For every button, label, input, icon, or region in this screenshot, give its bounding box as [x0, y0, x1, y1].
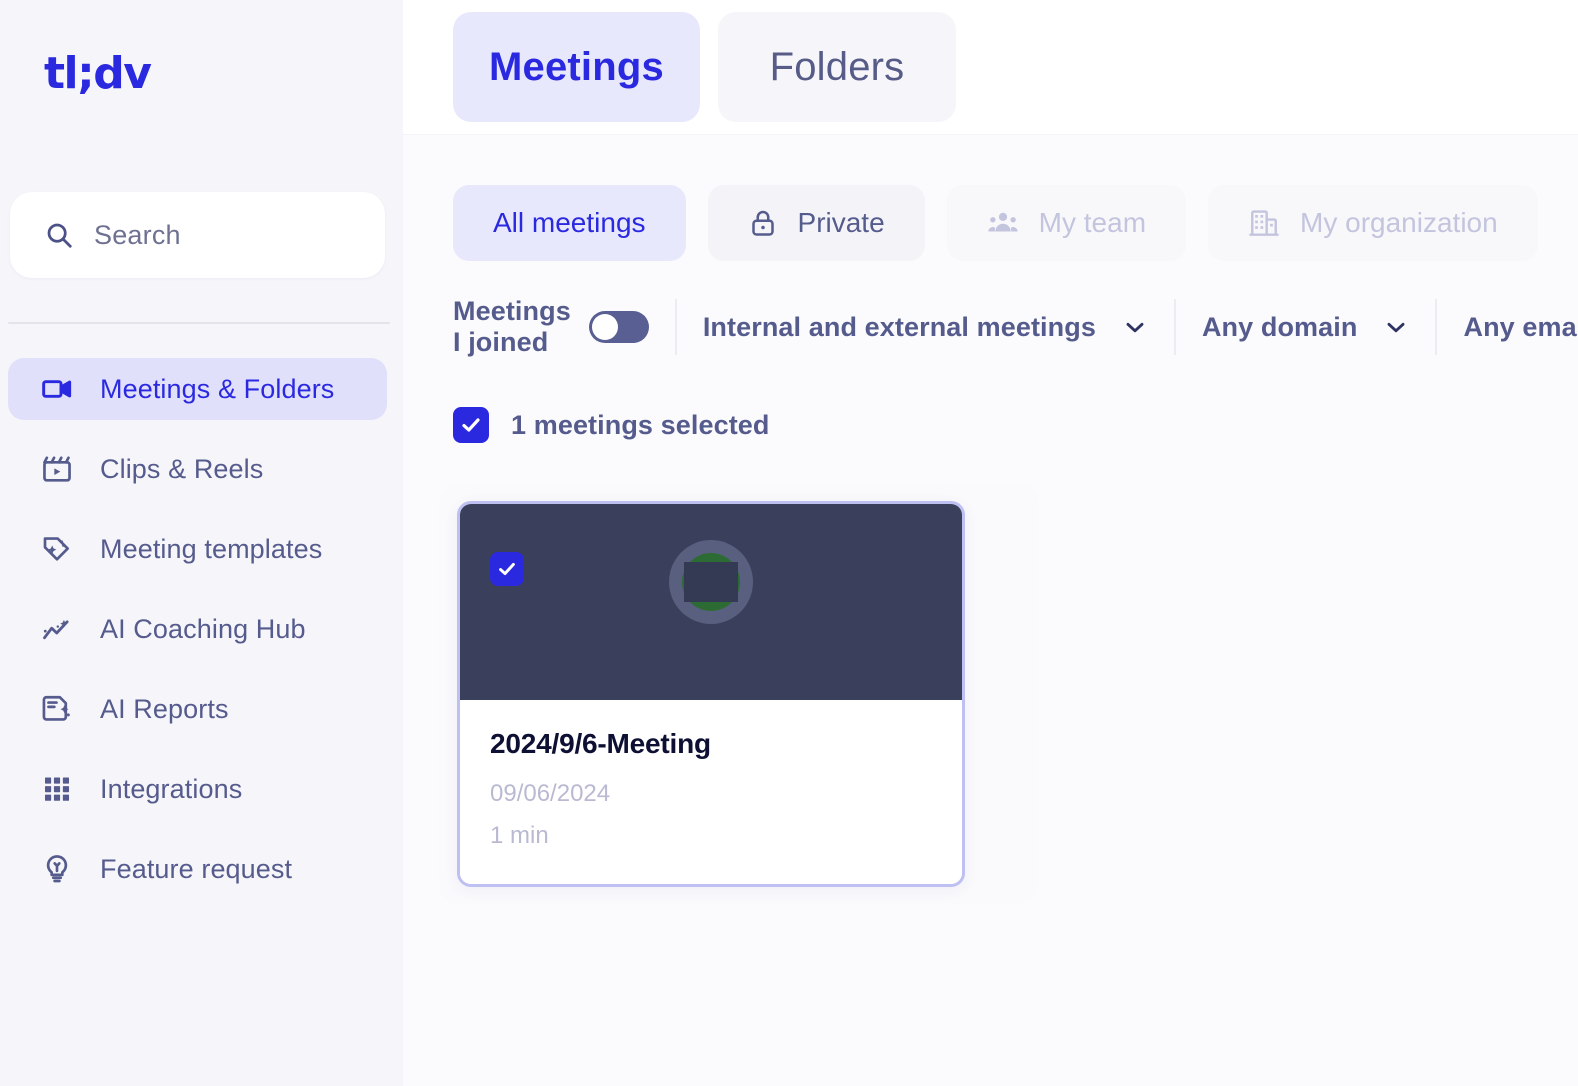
sidebar-nav: Meetings & Folders Clips & Reels Meeting…: [0, 358, 403, 900]
scope-pill-row: All meetings Private My team My organiza…: [453, 185, 1578, 261]
email-select-value: Any email: [1463, 311, 1578, 342]
sidebar-divider: [8, 322, 390, 324]
people-group-icon: [987, 207, 1019, 239]
meeting-select-checkbox[interactable]: [490, 552, 524, 586]
scope-select-value: Internal and external meetings: [702, 311, 1096, 342]
selection-row: 1 meetings selected: [453, 407, 1578, 443]
search-placeholder: Search: [94, 219, 181, 250]
sidebar-item-meeting-templates[interactable]: Meeting templates: [8, 518, 387, 580]
app-logo[interactable]: tl;dv: [44, 52, 403, 96]
document-sparkle-icon: [40, 692, 74, 726]
filter-pill-all-meetings[interactable]: All meetings: [453, 185, 686, 261]
filter-pill-label: All meetings: [493, 207, 646, 238]
domain-select-value: Any domain: [1201, 311, 1358, 342]
sidebar-item-ai-coaching-hub[interactable]: AI Coaching Hub: [8, 598, 387, 660]
video-camera-icon: [40, 372, 74, 406]
meetings-i-joined-toggle[interactable]: [588, 311, 649, 343]
sidebar-item-integrations[interactable]: Integrations: [8, 758, 387, 820]
search-input[interactable]: Search: [10, 192, 385, 278]
meetings-i-joined-label: Meetings I joined: [453, 296, 571, 357]
tab-label: Folders: [769, 44, 905, 89]
filter-pill-my-organization[interactable]: My organization: [1208, 185, 1538, 261]
sidebar-item-label: Feature request: [100, 853, 293, 884]
tab-meetings[interactable]: Meetings: [453, 12, 700, 122]
meeting-title: 2024/9/6-Meeting: [490, 728, 711, 759]
meeting-duration: 1 min: [490, 822, 549, 849]
meeting-date: 09/06/2024: [490, 780, 611, 807]
main-content: Meetings Folders All meetings Private My…: [403, 0, 1578, 1086]
email-select[interactable]: Any email: [1463, 312, 1578, 343]
chevron-down-icon: [1122, 314, 1148, 340]
logo-wrapper: tl;dv: [0, 0, 403, 150]
sidebar-item-label: Meetings & Folders: [100, 373, 335, 404]
chevron-down-icon: [1383, 314, 1409, 340]
sidebar-item-clips-reels[interactable]: Clips & Reels: [8, 438, 387, 500]
lightbulb-icon: [40, 852, 74, 886]
meeting-thumbnail[interactable]: [460, 504, 962, 700]
selection-count-label: 1 meetings selected: [511, 409, 770, 440]
sidebar-item-meetings-folders[interactable]: Meetings & Folders: [8, 358, 387, 420]
tag-sparkle-icon: [40, 532, 74, 566]
tab-folders[interactable]: Folders: [717, 12, 956, 122]
meeting-card[interactable]: 2024/9/6-Meeting 09/06/2024 1 min: [457, 501, 965, 887]
participant-avatar: [669, 540, 753, 624]
view-tabs: Meetings Folders: [403, 0, 1578, 135]
filter-pill-my-team[interactable]: My team: [946, 185, 1187, 261]
search-icon: [44, 220, 74, 250]
meetings-grid: 2024/9/6-Meeting 09/06/2024 1 min: [439, 483, 1039, 905]
select-all-checkbox[interactable]: [453, 407, 489, 443]
sidebar-item-label: AI Reports: [100, 693, 229, 724]
filter-pill-label: My team: [1038, 207, 1147, 238]
tab-label: Meetings: [489, 44, 664, 89]
lock-icon: [748, 208, 778, 238]
filter-pill-label: Private: [797, 207, 885, 238]
domain-select[interactable]: Any domain: [1202, 312, 1410, 343]
meeting-card-body: 2024/9/6-Meeting 09/06/2024 1 min: [460, 700, 962, 884]
filter-pill-private[interactable]: Private: [707, 185, 925, 261]
trend-sparkle-icon: [40, 612, 74, 646]
sidebar: tl;dv Search Meetings & Folders Clips & …: [0, 0, 403, 1086]
app-root: tl;dv Search Meetings & Folders Clips & …: [0, 0, 1578, 1086]
filter-pill-label: My organization: [1300, 207, 1498, 238]
grid-dots-icon: [40, 772, 74, 806]
sidebar-item-label: Clips & Reels: [100, 453, 264, 484]
filter-separator: [674, 299, 677, 355]
sidebar-item-label: Integrations: [100, 773, 243, 804]
sidebar-item-label: AI Coaching Hub: [100, 613, 306, 644]
clapperboard-icon: [40, 452, 74, 486]
content-area: All meetings Private My team My organiza…: [403, 135, 1578, 1086]
toggle-knob: [591, 314, 618, 340]
avatar-overlay-shape: [684, 562, 738, 602]
filter-separator: [1173, 299, 1176, 355]
scope-select[interactable]: Internal and external meetings: [703, 312, 1148, 343]
sidebar-item-feature-request[interactable]: Feature request: [8, 838, 387, 900]
sidebar-item-label: Meeting templates: [100, 533, 323, 564]
sidebar-item-ai-reports[interactable]: AI Reports: [8, 678, 387, 740]
filter-controls-row: Meetings I joined Internal and external …: [453, 296, 1578, 357]
filter-separator: [1435, 299, 1438, 355]
building-icon: [1248, 207, 1280, 239]
